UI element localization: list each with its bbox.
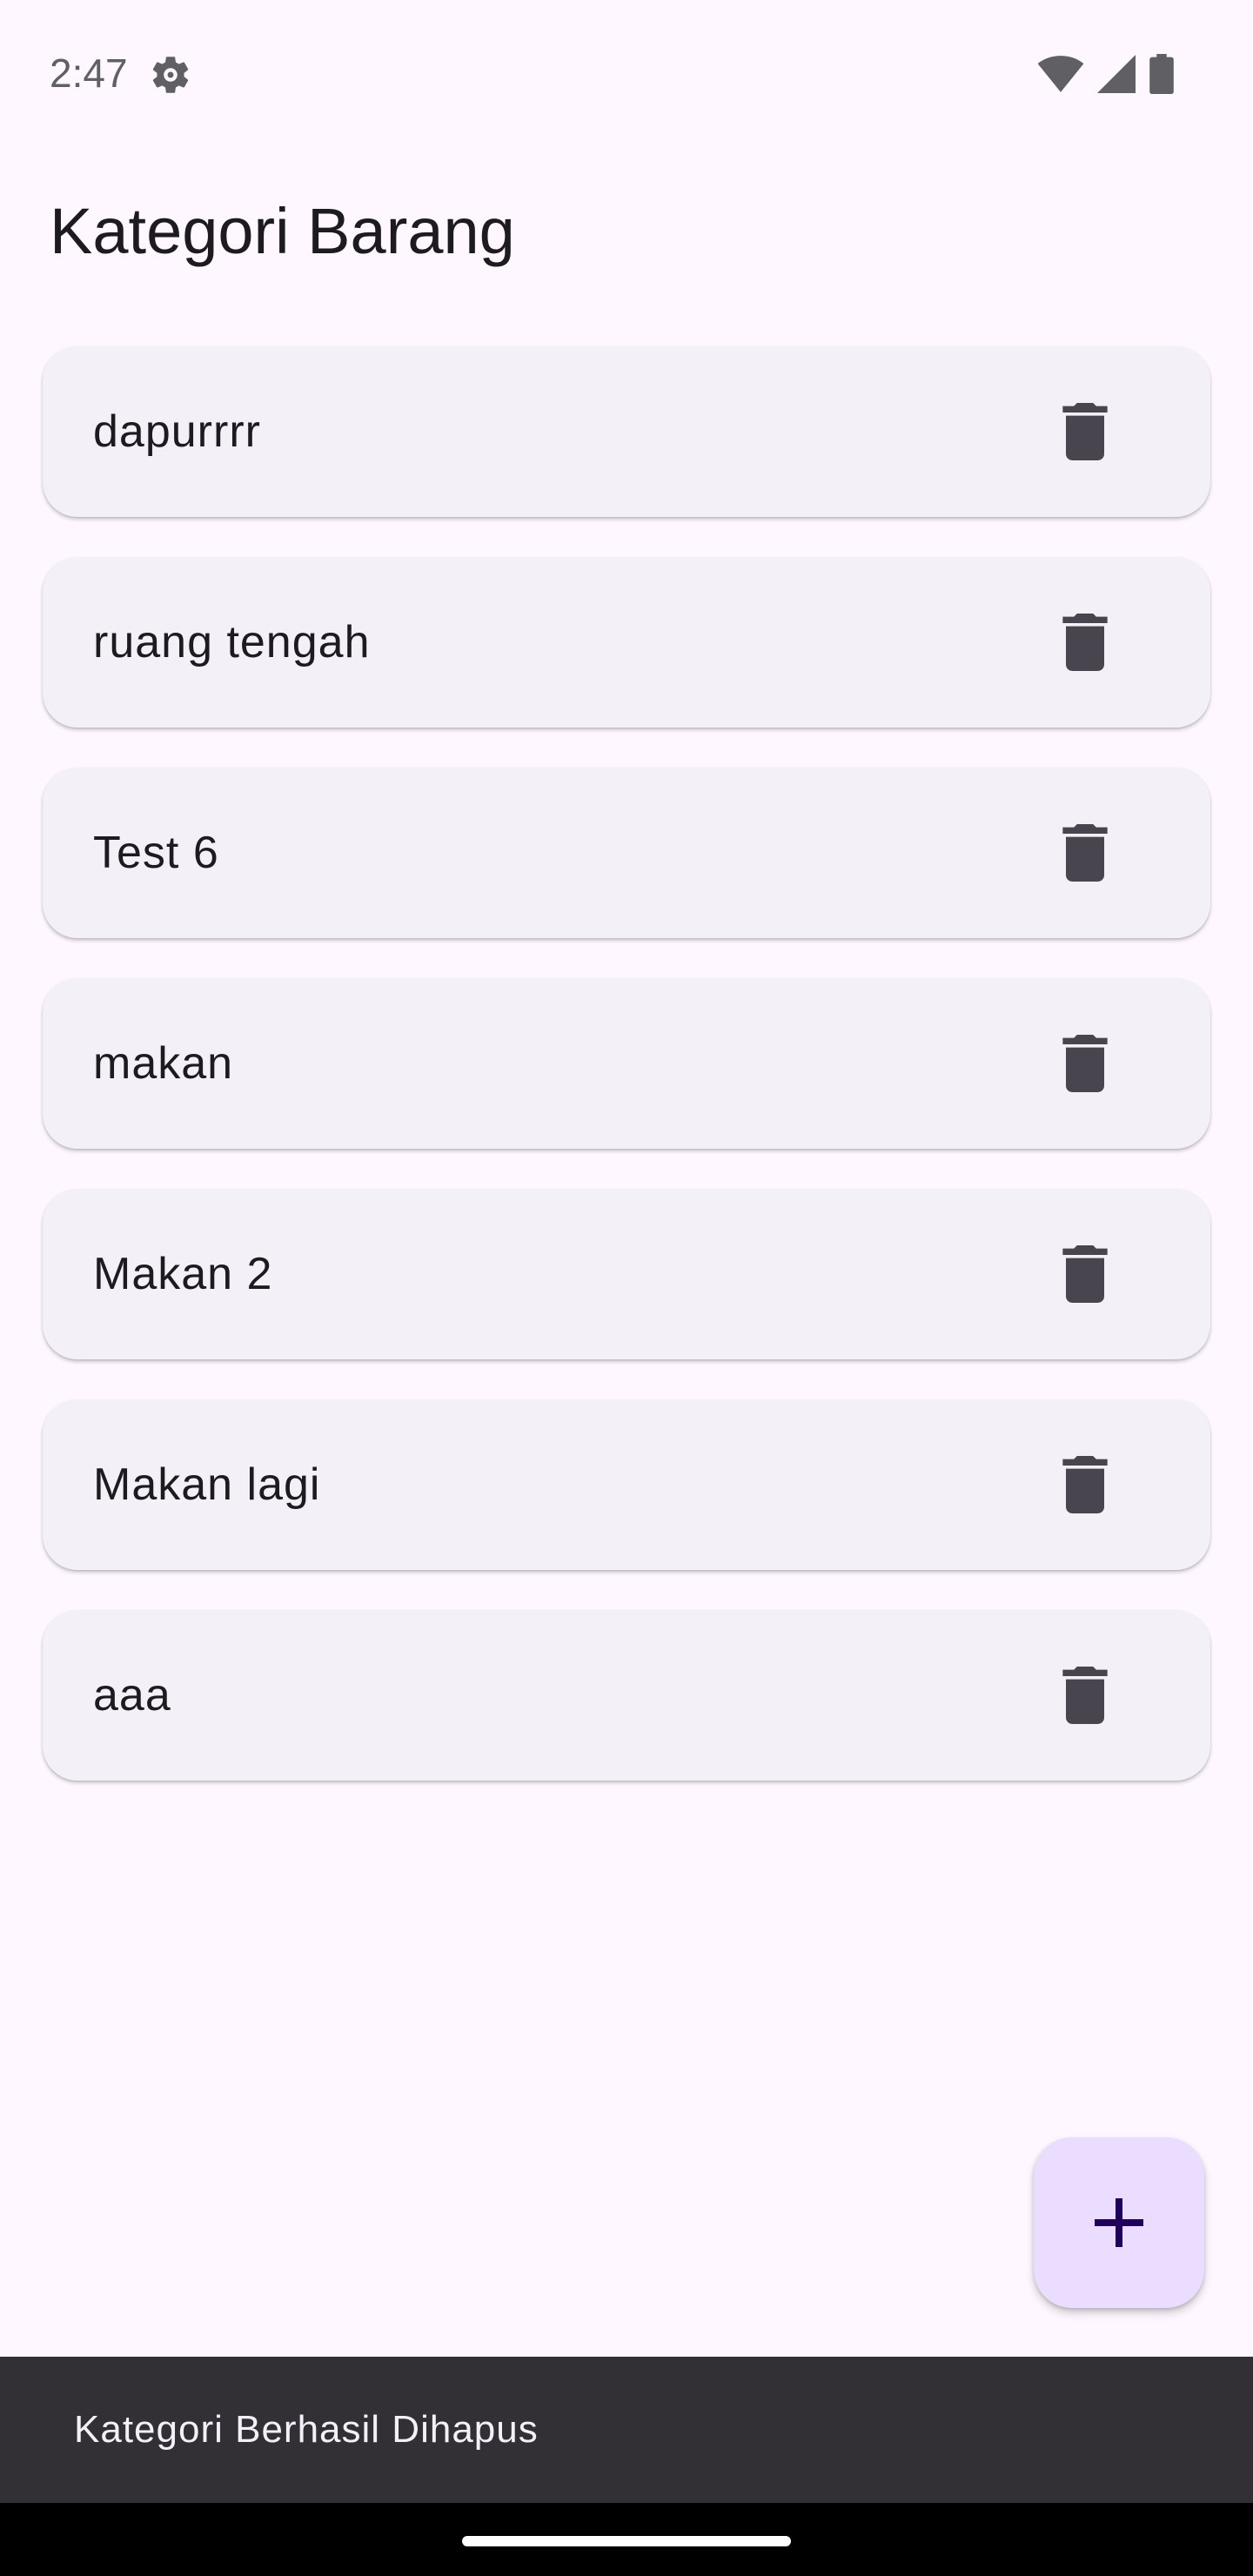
add-category-button[interactable]	[1034, 2137, 1204, 2308]
category-name: Makan 2	[93, 1249, 273, 1299]
trash-icon	[1062, 1667, 1108, 1724]
plus-icon	[1095, 2198, 1143, 2247]
category-list: dapurrrr ruang tengah Test 6 makan Makan…	[43, 346, 1210, 1821]
trash-icon	[1062, 403, 1108, 460]
category-name: dapurrrr	[93, 406, 261, 457]
snackbar-message: Kategori Berhasil Dihapus	[74, 2408, 539, 2451]
delete-button[interactable]	[1043, 600, 1127, 684]
signal-icon	[1096, 55, 1136, 97]
category-card[interactable]: ruang tengah	[43, 557, 1210, 728]
trash-icon	[1062, 1035, 1108, 1092]
snackbar: Kategori Berhasil Dihapus	[0, 2357, 1253, 2503]
screen: 2:47 Kategori Barang dapurrrr ruang teng…	[0, 0, 1253, 2576]
category-card[interactable]: Makan 2	[43, 1189, 1210, 1359]
category-card[interactable]: makan	[43, 978, 1210, 1149]
status-time: 2:47	[50, 50, 128, 96]
category-name: ruang tengah	[93, 617, 371, 667]
delete-button[interactable]	[1043, 390, 1127, 473]
delete-button[interactable]	[1043, 1232, 1127, 1316]
category-name: makan	[93, 1038, 234, 1089]
status-bar: 2:47	[0, 0, 1253, 148]
category-card[interactable]: Test 6	[43, 768, 1210, 938]
trash-icon	[1062, 1245, 1108, 1303]
trash-icon	[1062, 824, 1108, 882]
trash-icon	[1062, 1456, 1108, 1513]
category-card[interactable]: dapurrrr	[43, 346, 1210, 517]
battery-icon	[1149, 54, 1175, 98]
delete-button[interactable]	[1043, 1654, 1127, 1737]
wifi-icon	[1037, 55, 1084, 97]
page-title: Kategori Barang	[50, 195, 515, 267]
category-name: Test 6	[93, 828, 219, 878]
category-name: aaa	[93, 1670, 171, 1721]
gear-icon	[148, 52, 193, 97]
home-indicator[interactable]	[462, 2536, 791, 2546]
status-icons	[1037, 54, 1175, 98]
delete-button[interactable]	[1043, 1022, 1127, 1105]
category-card[interactable]: aaa	[43, 1610, 1210, 1781]
delete-button[interactable]	[1043, 1443, 1127, 1526]
category-name: Makan lagi	[93, 1459, 321, 1510]
category-card[interactable]: Makan lagi	[43, 1399, 1210, 1570]
system-nav-bar	[0, 2503, 1253, 2576]
delete-button[interactable]	[1043, 811, 1127, 895]
trash-icon	[1062, 614, 1108, 671]
